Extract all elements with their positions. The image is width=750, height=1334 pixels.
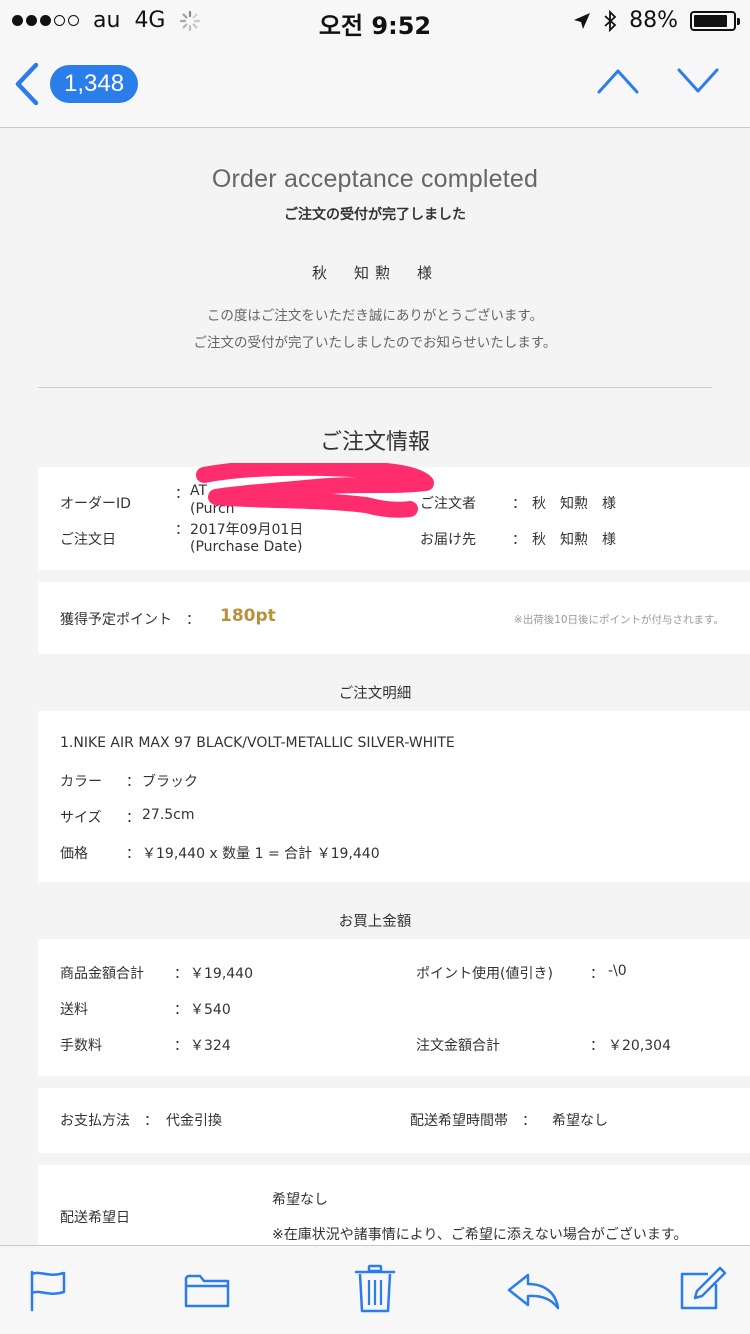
thanks-message: この度はご注文をいただき誠にありがとうございます。 ご注文の受付が完了いたしまし… bbox=[0, 303, 750, 357]
delivery-label: お届け先 bbox=[420, 532, 476, 548]
orderer-value: 秋 知勲 様 bbox=[532, 496, 616, 512]
total-colon: ： bbox=[590, 1038, 604, 1054]
points-used-colon: ： bbox=[590, 966, 604, 982]
next-message-button[interactable] bbox=[676, 66, 720, 96]
back-button[interactable]: 1,348 bbox=[14, 62, 139, 106]
bluetooth-icon bbox=[604, 9, 617, 32]
thanks-line-2: ご注文の受付が完了いたしましたのでお知らせいたします。 bbox=[193, 335, 557, 351]
size-label: サイズ bbox=[60, 810, 102, 826]
item-card: 1.NIKE AIR MAX 97 BLACK/VOLT-METALLIC SI… bbox=[38, 711, 750, 882]
customer-name: 秋 知勲 様 bbox=[311, 264, 438, 282]
delivery-date-value: 希望なし bbox=[272, 1192, 328, 1208]
total-label: 注文金額合計 bbox=[416, 1038, 500, 1054]
mail-nav-bar: 1,348 bbox=[0, 40, 750, 128]
flag-icon[interactable] bbox=[28, 1268, 68, 1312]
mail-toolbar bbox=[0, 1245, 750, 1334]
amounts-card: 商品金額合計 ： ￥19,440 送料 ： ￥540 手数料 ： ￥324 ポイ… bbox=[38, 939, 750, 1076]
size-value: 27.5cm bbox=[142, 807, 195, 823]
order-date-colon: ： bbox=[175, 522, 189, 538]
thanks-line-1: この度はご注文をいただき誠にありがとうございます。 bbox=[206, 308, 544, 324]
reply-icon[interactable] bbox=[506, 1272, 560, 1310]
title-en: Order acceptance completed bbox=[211, 165, 539, 193]
shipping-colon: ： bbox=[174, 1002, 188, 1018]
status-right: 88% bbox=[573, 8, 740, 33]
size-colon: ： bbox=[126, 810, 140, 826]
item-name: 1.NIKE AIR MAX 97 BLACK/VOLT-METALLIC SI… bbox=[60, 735, 455, 751]
status-bar: au 4G 오전 9:52 88% bbox=[0, 0, 750, 40]
order-id-label: オーダーID bbox=[60, 496, 131, 512]
order-id-colon: ： bbox=[175, 486, 189, 502]
shipping-value: ￥540 bbox=[190, 1002, 231, 1018]
email-body[interactable]: Order acceptance completed ご注文の受付が完了しました… bbox=[0, 129, 750, 1245]
delivery-time-value: 希望なし bbox=[552, 1113, 608, 1129]
redaction-scribble bbox=[196, 463, 434, 518]
payment-card: お支払方法 ： 代金引換 配送希望時間帯 ： 希望なし bbox=[38, 1088, 750, 1153]
color-colon: ： bbox=[126, 774, 140, 790]
delivery-colon: ： bbox=[512, 532, 526, 548]
price-value: ￥19,440 x 数量 1 = 合計 ￥19,440 bbox=[142, 846, 380, 862]
delivery-date-card: 配送希望日 希望なし ※在庫状況や諸事情により、ご希望に添えない場合がございます… bbox=[38, 1165, 750, 1245]
compose-icon[interactable] bbox=[678, 1266, 728, 1312]
delivery-value: 秋 知勲 様 bbox=[532, 532, 616, 548]
points-label: 獲得予定ポイント ： bbox=[60, 612, 200, 628]
delivery-date-label: 配送希望日 bbox=[60, 1210, 130, 1226]
message-navigation bbox=[596, 66, 720, 96]
chevron-left-icon bbox=[15, 62, 39, 106]
orderer-colon: ： bbox=[512, 496, 526, 512]
fee-colon: ： bbox=[174, 1038, 188, 1054]
location-arrow-icon bbox=[574, 12, 591, 29]
price-colon: ： bbox=[126, 846, 140, 862]
order-date-label: ご注文日 bbox=[60, 532, 116, 548]
battery-icon bbox=[690, 10, 740, 31]
shipping-label: 送料 bbox=[60, 1002, 88, 1018]
points-used-value: -\0 bbox=[608, 963, 627, 979]
points-note: ※出荷後10日後にポイントが付与されます。 bbox=[513, 614, 724, 626]
details-title: ご注文明細 bbox=[338, 686, 412, 702]
folder-icon[interactable] bbox=[184, 1272, 230, 1310]
unread-count-badge: 1,348 bbox=[50, 65, 139, 103]
order-date-sub: (Purchase Date) bbox=[190, 539, 303, 555]
fee-label: 手数料 bbox=[60, 1038, 102, 1054]
delivery-date-note: ※在庫状況や諸事情により、ご希望に添えない場合がございます。 bbox=[272, 1227, 688, 1243]
points-used-label: ポイント使用(値引き) bbox=[416, 966, 553, 982]
color-value: ブラック bbox=[142, 774, 198, 790]
title-jp: ご注文の受付が完了しました bbox=[284, 207, 466, 223]
price-label: 価格 bbox=[60, 846, 88, 862]
email-header: Order acceptance completed ご注文の受付が完了しました… bbox=[0, 129, 750, 357]
order-date-value: 2017年09月01日 bbox=[190, 522, 304, 538]
points-value: 180pt bbox=[220, 606, 276, 626]
subtotal-colon: ： bbox=[174, 966, 188, 982]
subtotal-value: ￥19,440 bbox=[190, 966, 253, 982]
delivery-time-label: 配送希望時間帯 ： bbox=[410, 1113, 536, 1129]
divider bbox=[38, 387, 712, 388]
order-info-card: オーダーID ： AT (Purch ご注文日 ： 2017年09月01日 (P… bbox=[38, 463, 750, 570]
payment-method-value: 代金引換 bbox=[166, 1113, 222, 1129]
previous-message-button[interactable] bbox=[596, 66, 640, 96]
fee-value: ￥324 bbox=[190, 1038, 231, 1054]
total-value: ￥20,304 bbox=[608, 1038, 671, 1054]
payment-method-label: お支払方法 ： bbox=[60, 1113, 158, 1129]
order-info-title: ご注文情報 bbox=[319, 430, 430, 455]
battery-percent: 88% bbox=[629, 8, 678, 33]
color-label: カラー bbox=[60, 774, 102, 790]
points-card: 獲得予定ポイント ： 180pt ※出荷後10日後にポイントが付与されます。 bbox=[38, 582, 750, 654]
trash-icon[interactable] bbox=[354, 1264, 396, 1314]
subtotal-label: 商品金額合計 bbox=[60, 966, 144, 982]
purchase-title: お買上金額 bbox=[338, 914, 412, 930]
